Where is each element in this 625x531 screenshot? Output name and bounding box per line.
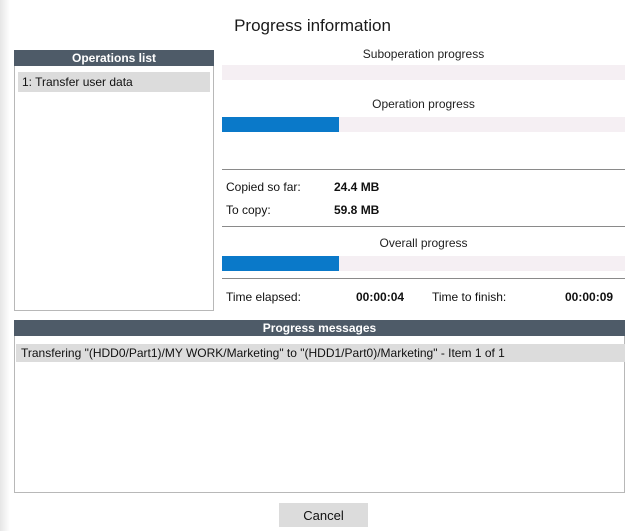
cancel-button[interactable]: Cancel bbox=[279, 503, 368, 527]
progress-message-text: Transfering "(HDD0/Part1)/MY WORK/Market… bbox=[21, 346, 505, 360]
copied-so-far-value: 24.4 MB bbox=[334, 180, 380, 194]
time-to-finish-value: 00:00:09 bbox=[565, 290, 614, 304]
progress-messages-header-label: Progress messages bbox=[262, 321, 377, 335]
copied-so-far-label: Copied so far: bbox=[226, 180, 301, 194]
to-copy-label: To copy: bbox=[226, 203, 271, 217]
operation-progress-fill bbox=[222, 117, 339, 132]
time-to-finish-label: Time to finish: bbox=[432, 290, 507, 304]
overall-progress-bar bbox=[222, 256, 625, 271]
progress-messages-header: Progress messages bbox=[14, 320, 625, 336]
overall-progress-label: Overall progress bbox=[379, 236, 468, 250]
divider bbox=[222, 226, 625, 227]
window-left-shadow bbox=[0, 0, 10, 531]
operations-list bbox=[14, 66, 214, 311]
time-elapsed-value: 00:00:04 bbox=[356, 290, 405, 304]
suboperation-progress-label: Suboperation progress bbox=[362, 47, 485, 61]
suboperation-progress-bar bbox=[222, 65, 625, 80]
operation-item[interactable]: 1: Transfer user data bbox=[18, 72, 210, 92]
dialog-title: Progress information bbox=[234, 16, 391, 35]
overall-progress-fill bbox=[222, 256, 339, 271]
operations-list-header-label: Operations list bbox=[71, 51, 157, 65]
time-elapsed-label: Time elapsed: bbox=[226, 290, 301, 304]
divider bbox=[222, 278, 625, 279]
progress-message-item[interactable]: Transfering "(HDD0/Part1)/MY WORK/Market… bbox=[16, 344, 625, 362]
operation-item-label: 1: Transfer user data bbox=[22, 75, 133, 89]
divider bbox=[222, 169, 625, 170]
operations-list-header: Operations list bbox=[14, 50, 214, 66]
operation-progress-bar bbox=[222, 117, 625, 132]
to-copy-value: 59.8 MB bbox=[334, 203, 380, 217]
operation-progress-label: Operation progress bbox=[372, 97, 475, 111]
